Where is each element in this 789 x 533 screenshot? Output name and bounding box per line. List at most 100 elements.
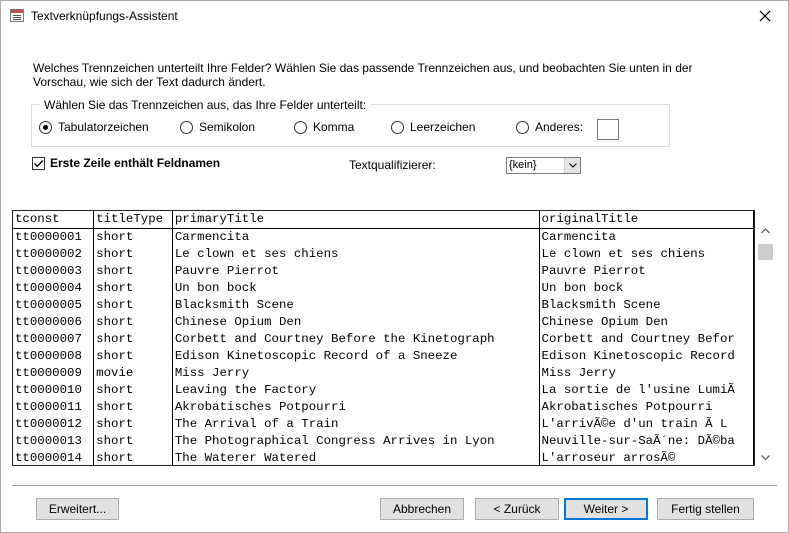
radio-indicator [180, 120, 193, 134]
preview-cell: tt0000005 [13, 296, 95, 313]
preview-row: tt0000008 short Edison Kinetoscopic Record… [13, 347, 754, 364]
text-qualifier-value: {kein} [509, 159, 537, 171]
preview-column-header: primaryTitle [172, 211, 540, 229]
preview-row: tt0000013 short The Photographical Congres… [13, 432, 754, 449]
preview-cell: tt0000007 [13, 330, 95, 347]
preview-cell: Miss Jerry [172, 364, 540, 381]
preview-cell: tt0000013 [13, 432, 95, 449]
preview-cell: tt0000011 [13, 398, 95, 415]
preview-cell: tt0000010 [13, 381, 95, 398]
preview-cell: movie [93, 364, 173, 381]
preview-row: tt0000007 short Corbett and Courtney Befor… [13, 330, 754, 347]
preview-row: tt0000009 movie Miss Jerry Miss Jerry [13, 364, 754, 381]
preview-cell: tt0000002 [13, 245, 95, 262]
preview-cell: L'arrivÃ©e d'un train Ã L [539, 415, 754, 432]
radio-other[interactable]: Anderes: [516, 118, 583, 136]
preview-cell: Chinese Opium Den [539, 313, 754, 330]
preview-cell: Blacksmith Scene [172, 296, 540, 313]
preview-table: tconst titleType primaryTitle originalTitle… [13, 211, 754, 465]
checkbox-label: Erste Zeile enthält Feldnamen [50, 156, 221, 170]
preview-cell: Leaving the Factory [172, 381, 540, 398]
preview-cell: Corbett and Courtney Before the Kinetogr… [172, 330, 540, 347]
preview-column-header: originalTitle [539, 211, 754, 229]
preview-cell: Neuville-sur-SaÃ´ne: DÃ©ba [539, 432, 754, 449]
finish-button[interactable]: Fertig stellen [657, 498, 754, 520]
wizard-window: Textverknüpfungs-Assistent Welches Trenn… [0, 0, 789, 533]
preview-column-header: tconst [13, 211, 95, 229]
preview-cell: Carmencita [172, 228, 540, 245]
preview-cell: Blacksmith Scene [539, 296, 754, 313]
preview-cell: short [93, 262, 173, 279]
preview-cell: short [93, 398, 173, 415]
preview-cell: tt0000004 [13, 279, 95, 296]
scrollbar-thumb[interactable] [758, 244, 773, 260]
preview-cell: The Photographical Congress Arrives in L… [172, 432, 540, 449]
preview-cell: Chinese Opium Den [172, 313, 540, 330]
preview-cell: Le clown et ses chiens [539, 245, 754, 262]
preview-cell: short [93, 313, 173, 330]
preview-cell: tt0000014 [13, 449, 95, 465]
preview-cell: short [93, 347, 173, 364]
radio-indicator [294, 120, 307, 134]
preview-row: tt0000014 short The Waterer Watered L'arros… [13, 449, 754, 465]
preview-row: tt0000003 short Pauvre Pierrot Pauvre Pierr… [13, 262, 754, 279]
scroll-down-icon[interactable] [761, 453, 770, 462]
radio-space[interactable]: Leerzeichen [391, 118, 475, 136]
next-button[interactable]: Weiter > [564, 498, 648, 520]
back-button[interactable]: < Zurück [475, 498, 559, 520]
dropdown-button[interactable] [564, 158, 580, 173]
preview-cell: The Arrival of a Train [172, 415, 540, 432]
preview-row: tt0000002 short Le clown et ses chiens Le c… [13, 245, 754, 262]
preview-cell: Corbett and Courtney Befor [539, 330, 754, 347]
radio-label: Semikolon [199, 120, 256, 134]
preview-column-header: titleType [93, 211, 173, 229]
preview-cell: Pauvre Pierrot [539, 262, 754, 279]
preview-cell: tt0000008 [13, 347, 95, 364]
preview-cell: Un bon bock [172, 279, 540, 296]
preview-cell: short [93, 449, 173, 465]
text-qualifier-select[interactable]: {kein} [506, 157, 581, 174]
preview-row: tt0000010 short Leaving the Factory La sort… [13, 381, 754, 398]
preview-row: tt0000005 short Blacksmith Scene Blacksmith… [13, 296, 754, 313]
radio-tab[interactable]: Tabulatorzeichen [39, 118, 149, 136]
radio-indicator [39, 120, 52, 134]
preview-row: tt0000004 short Un bon bock Un bon bock [13, 279, 754, 296]
radio-label: Komma [313, 120, 355, 134]
preview-cell: L'arroseur arrosÃ© [539, 449, 754, 465]
preview-row: tt0000012 short The Arrival of a Train L'ar… [13, 415, 754, 432]
checkmark-icon [34, 159, 44, 167]
radio-comma[interactable]: Komma [294, 118, 354, 136]
preview-header-row: tconst titleType primaryTitle originalTitle [13, 211, 754, 229]
preview-cell: tt0000006 [13, 313, 95, 330]
title-bar: Textverknüpfungs-Assistent [1, 1, 788, 31]
close-button[interactable] [742, 1, 788, 31]
other-delimiter-input[interactable] [597, 119, 619, 140]
cancel-button[interactable]: Abbrechen [380, 498, 464, 520]
preview-cell: Pauvre Pierrot [172, 262, 540, 279]
preview-scrollbar[interactable] [757, 227, 774, 465]
checkbox-indicator [32, 156, 45, 170]
preview-cell: Un bon bock [539, 279, 754, 296]
preview-cell: short [93, 432, 173, 449]
preview-cell: short [93, 330, 173, 347]
first-row-field-names-checkbox[interactable]: Erste Zeile enthält Feldnamen [32, 156, 220, 170]
advanced-button[interactable]: Erweitert... [36, 498, 119, 520]
preview-row: tt0000006 short Chinese Opium Den Chinese O… [13, 313, 754, 330]
scroll-up-icon[interactable] [761, 227, 770, 236]
preview-cell: La sortie de l'usine LumiÃ [539, 381, 754, 398]
radio-semicolon[interactable]: Semikolon [180, 118, 255, 136]
window-title: Textverknüpfungs-Assistent [31, 9, 178, 23]
radio-indicator [391, 120, 404, 134]
preview-cell: Edison Kinetoscopic Record [539, 347, 754, 364]
preview-cell: tt0000003 [13, 262, 95, 279]
preview-cell: short [93, 296, 173, 313]
preview-cell: short [93, 228, 173, 245]
app-icon [10, 9, 24, 22]
data-preview[interactable]: tconst titleType primaryTitle originalTitle… [12, 210, 755, 466]
preview-cell: tt0000001 [13, 228, 95, 245]
preview-cell: Le clown et ses chiens [172, 245, 540, 262]
preview-cell: short [93, 279, 173, 296]
preview-cell: Akrobatisches Potpourri [539, 398, 754, 415]
preview-row: tt0000001 short Carmencita Carmencita [13, 228, 754, 245]
preview-cell: Edison Kinetoscopic Record of a Sneeze [172, 347, 540, 364]
